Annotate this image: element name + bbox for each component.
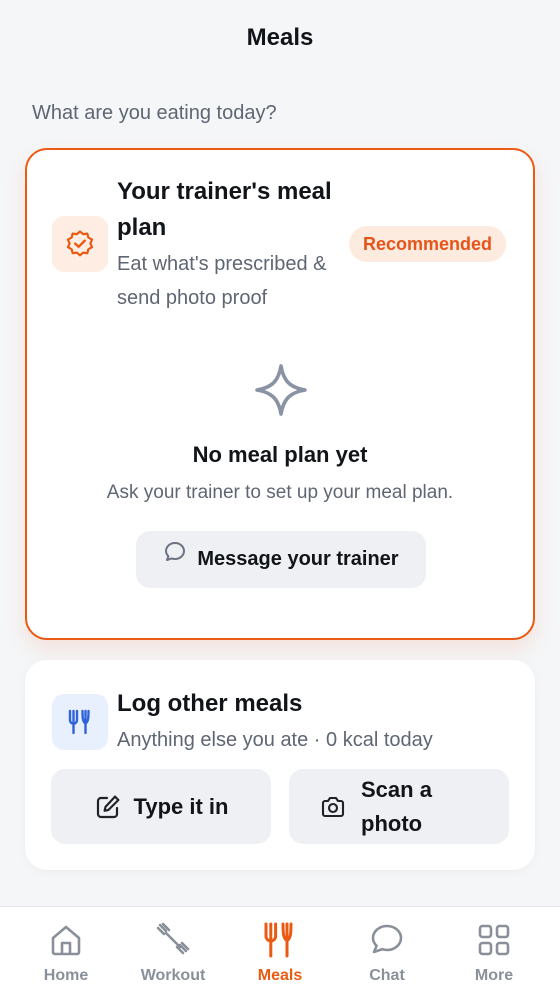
chat-bubble-icon xyxy=(331,921,443,959)
empty-state-subtitle: Ask your trainer to set up your meal pla… xyxy=(106,482,454,503)
tab-meals-label: Meals xyxy=(257,967,303,984)
dumbbell-icon xyxy=(117,921,229,959)
fork-knife-icon xyxy=(68,709,90,735)
camera-icon xyxy=(321,796,345,817)
log-other-meals-card: Log other meals Anything else you ate · … xyxy=(25,660,535,870)
tab-more-label: More xyxy=(474,967,514,984)
log-meals-icon-tile xyxy=(52,694,108,750)
edit-icon xyxy=(96,795,120,818)
tab-workout-label: Workout xyxy=(140,967,206,984)
tab-meals[interactable]: Meals xyxy=(224,907,336,996)
log-meals-title: Log other meals xyxy=(117,690,303,717)
type-it-in-label: Type it in xyxy=(133,793,229,819)
empty-state-title: No meal plan yet xyxy=(192,442,368,467)
verified-badge-icon xyxy=(66,230,94,257)
grid-icon xyxy=(438,921,550,959)
tab-more[interactable]: More xyxy=(438,907,550,996)
chat-bubble-icon xyxy=(165,541,186,561)
tab-workout[interactable]: Workout xyxy=(117,907,229,996)
message-trainer-button[interactable]: Message your trainer xyxy=(136,531,426,588)
meal-plan-title: Your trainer's meal plan xyxy=(117,178,332,241)
recommended-badge: Recommended xyxy=(349,226,507,262)
log-meals-subtitle: Anything else you ate · 0 kcal today xyxy=(117,729,433,751)
scan-photo-label: Scan a photo xyxy=(361,776,432,836)
tab-home-label: Home xyxy=(43,967,89,984)
scan-photo-button[interactable]: Scan a photo xyxy=(289,769,509,844)
tab-chat[interactable]: Chat xyxy=(331,907,443,996)
message-trainer-label: Message your trainer xyxy=(197,548,399,570)
tab-chat-label: Chat xyxy=(369,967,405,984)
meal-plan-icon-tile xyxy=(52,216,108,272)
meal-plan-subtitle: Eat what's prescribed & send photo proof xyxy=(117,253,327,309)
home-icon xyxy=(10,921,122,959)
meals-screen: Meals What are you eating today? Your tr… xyxy=(0,0,560,996)
type-it-in-button[interactable]: Type it in xyxy=(51,769,271,844)
bottom-tab-bar: Home Workout Meals Chat More xyxy=(0,906,560,996)
fork-knife-icon xyxy=(224,921,336,959)
page-title: Meals xyxy=(246,24,314,51)
sparkle-icon xyxy=(255,364,307,416)
tab-home[interactable]: Home xyxy=(10,907,122,996)
trainer-meal-plan-card[interactable]: Your trainer's meal plan Eat what's pres… xyxy=(25,148,535,640)
prompt-text: What are you eating today? xyxy=(32,102,277,124)
